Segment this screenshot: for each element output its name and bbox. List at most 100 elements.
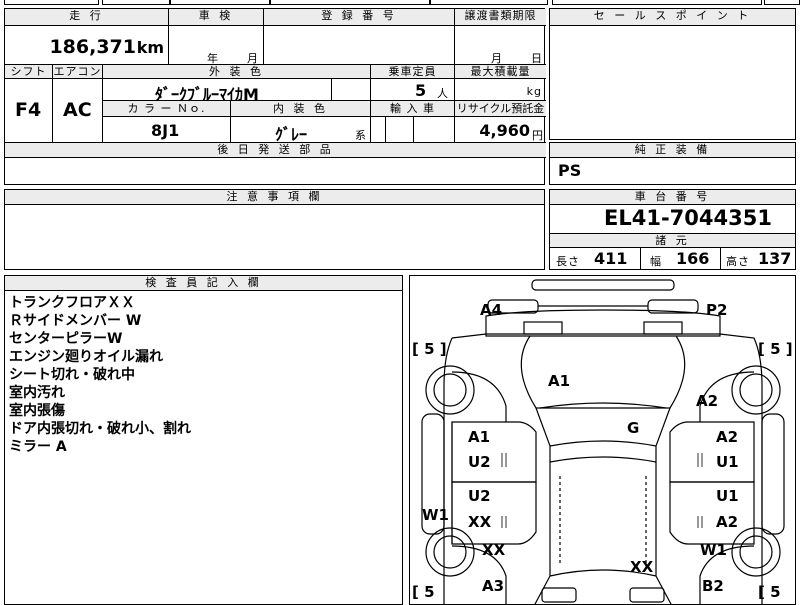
recycle-cell: 4,960 円: [455, 117, 546, 143]
damage-label-right-front-door-u: U1: [716, 487, 739, 505]
damage-label-rear-glass: G: [627, 419, 640, 437]
width-label: 幅: [650, 255, 662, 268]
caution-box: 注 意 事 項 欄: [4, 189, 545, 270]
chassis-value: EL41-7044351: [604, 206, 772, 230]
damage-label-front-center: XX: [630, 558, 654, 576]
chassis-header: 車 台 番 号: [550, 190, 795, 205]
mileage-value: 186,371: [49, 36, 136, 58]
height-label: 高さ: [726, 255, 750, 268]
color-no-cell: 8J1: [103, 117, 231, 143]
damage-label-right-front-door-a: A2: [716, 513, 739, 531]
recycle-unit: 円: [532, 129, 544, 142]
vehicle-info-table: 走 行 車 検 登 録 番 号 譲渡書類期限 186,371 km 年 月 月 …: [4, 8, 546, 185]
damage-label-right-quarter: A2: [696, 392, 719, 410]
specs-header: 諸 元: [550, 233, 795, 248]
inspector-notes-list: トランクフロアＸＸ Ｒサイドメンバー W センターピラーW エンジン廻りオイル漏…: [9, 294, 399, 456]
genuine-equipment-header: 純 正 装 備: [550, 143, 795, 158]
top-cutoff-strip: [4, 0, 800, 6]
color-no-header: カ ラ ー Ｎｏ.: [103, 101, 231, 117]
capacity-cell: 5 人: [371, 79, 455, 101]
damage-label-front-right-corner: B2: [702, 577, 724, 595]
interior-color-value: ｸﾞﾚｰ: [275, 125, 308, 144]
damage-label-rear-right-corner: P2: [706, 301, 728, 319]
sales-point-header: セ ー ル ス ポ イ ン ト: [550, 9, 795, 26]
aircon-value: AC: [63, 99, 92, 121]
interior-color-suffix: 系: [355, 129, 367, 142]
damage-label-left-rear-door-a: A1: [468, 428, 491, 446]
damage-label-left-front-fender: XX: [482, 541, 506, 559]
capacity-value: 5: [415, 81, 427, 100]
chassis-box: 車 台 番 号 EL41-7044351 諸 元 長さ 411 幅 166 高さ…: [549, 189, 796, 270]
damage-label-right-rear-door-u: U1: [716, 453, 739, 471]
damage-label-rear-left-corner: A4: [480, 301, 503, 319]
damage-label-right-rear-door-a: A2: [716, 428, 739, 446]
genuine-equipment-box: 純 正 装 備 PS: [549, 142, 796, 185]
tire-rear-left-condition: [ 5 ]: [412, 340, 447, 358]
note-line: トランクフロアＸＸ: [9, 295, 135, 311]
import-cell: [371, 117, 455, 143]
registration-cell: [264, 26, 455, 65]
aircon-header: エアコン: [53, 65, 103, 79]
later-parts-header: 後 日 発 送 部 品: [5, 143, 546, 158]
inspector-notes-header: 検 査 員 記 入 欄: [5, 276, 402, 291]
genuine-equipment-value: PS: [558, 161, 582, 180]
damage-label-trunk: A1: [548, 372, 571, 390]
tire-front-left-condition: [ 5: [412, 583, 435, 601]
note-line: 室内汚れ: [9, 385, 65, 401]
transfer-day-unit: 日: [531, 52, 543, 65]
import-header: 輸 入 車: [371, 101, 455, 117]
color-no-value: 8J1: [151, 121, 180, 140]
inspection-header: 車 検: [169, 9, 264, 26]
inspection-year-unit: 年: [207, 52, 219, 65]
later-parts-cell: [5, 158, 546, 184]
note-line: ミラー A: [9, 439, 67, 455]
max-load-header: 最大積載量: [455, 65, 546, 79]
max-load-cell: kg: [455, 79, 546, 101]
height-value: 137: [758, 249, 792, 268]
transfer-deadline-cell: 月 日: [455, 26, 546, 65]
capacity-unit: 人: [437, 87, 449, 100]
mileage-header: 走 行: [5, 9, 169, 26]
mileage-cell: 186,371 km: [5, 26, 169, 65]
inspector-notes-box: 検 査 員 記 入 欄 トランクフロアＸＸ Ｒサイドメンバー W センターピラー…: [4, 275, 403, 605]
interior-color-cell: ｸﾞﾚｰ 系: [231, 117, 371, 144]
registration-header: 登 録 番 号: [264, 9, 455, 26]
car-diagram-box: [ 5 ] [ 5 ] [ 5 [ 5 A4 P2 A1 A2 G A1 U2 …: [409, 275, 796, 605]
exterior-color-cell: ﾀﾞｰｸﾌﾞﾙｰﾏｲｶM: [103, 79, 371, 104]
specs-row: 長さ 411 幅 166 高さ 137: [550, 248, 795, 269]
damage-label-left-rear-door-u: U2: [468, 453, 491, 471]
note-line: 室内張傷: [9, 403, 65, 419]
inspection-cell: 年 月: [169, 26, 264, 65]
note-line: エンジン廻りオイル漏れ: [9, 349, 163, 365]
recycle-header: リサイクル預託金: [455, 101, 546, 117]
transfer-deadline-header: 譲渡書類期限: [455, 9, 546, 26]
shift-header: シフト: [5, 65, 53, 79]
shift-cell: F4: [5, 79, 53, 143]
inspection-month-unit: 月: [247, 52, 259, 65]
tire-rear-right-condition: [ 5 ]: [758, 340, 793, 358]
note-line: ドア内張切れ・破れ小、割れ: [9, 421, 191, 437]
transfer-month-unit: 月: [491, 52, 503, 65]
damage-label-right-front-fender: W1: [700, 541, 727, 559]
damage-label-front-left-corner: A3: [482, 577, 505, 595]
shift-value: F4: [15, 99, 42, 121]
mileage-unit: km: [136, 38, 164, 57]
interior-color-header: 内 装 色: [231, 101, 371, 117]
width-value: 166: [676, 249, 710, 268]
damage-label-left-front-door-u: U2: [468, 487, 491, 505]
length-value: 411: [594, 249, 628, 268]
sales-point-box: セ ー ル ス ポ イ ン ト: [549, 8, 796, 140]
length-label: 長さ: [556, 255, 580, 268]
tire-front-right-condition: [ 5: [758, 583, 781, 601]
max-load-unit: kg: [526, 85, 542, 98]
capacity-header: 乗車定員: [371, 65, 455, 79]
damage-label-left-front-door-xx: XX: [468, 513, 492, 531]
note-line: シート切れ・破れ中: [9, 367, 135, 383]
note-line: センターピラーW: [9, 331, 123, 347]
exterior-color-header: 外 装 色: [103, 65, 371, 79]
caution-header: 注 意 事 項 欄: [5, 190, 544, 205]
recycle-value: 4,960: [479, 121, 530, 140]
aircon-cell: AC: [53, 79, 103, 143]
damage-label-left-sill: W1: [422, 506, 449, 524]
note-line: Ｒサイドメンバー W: [9, 313, 142, 329]
